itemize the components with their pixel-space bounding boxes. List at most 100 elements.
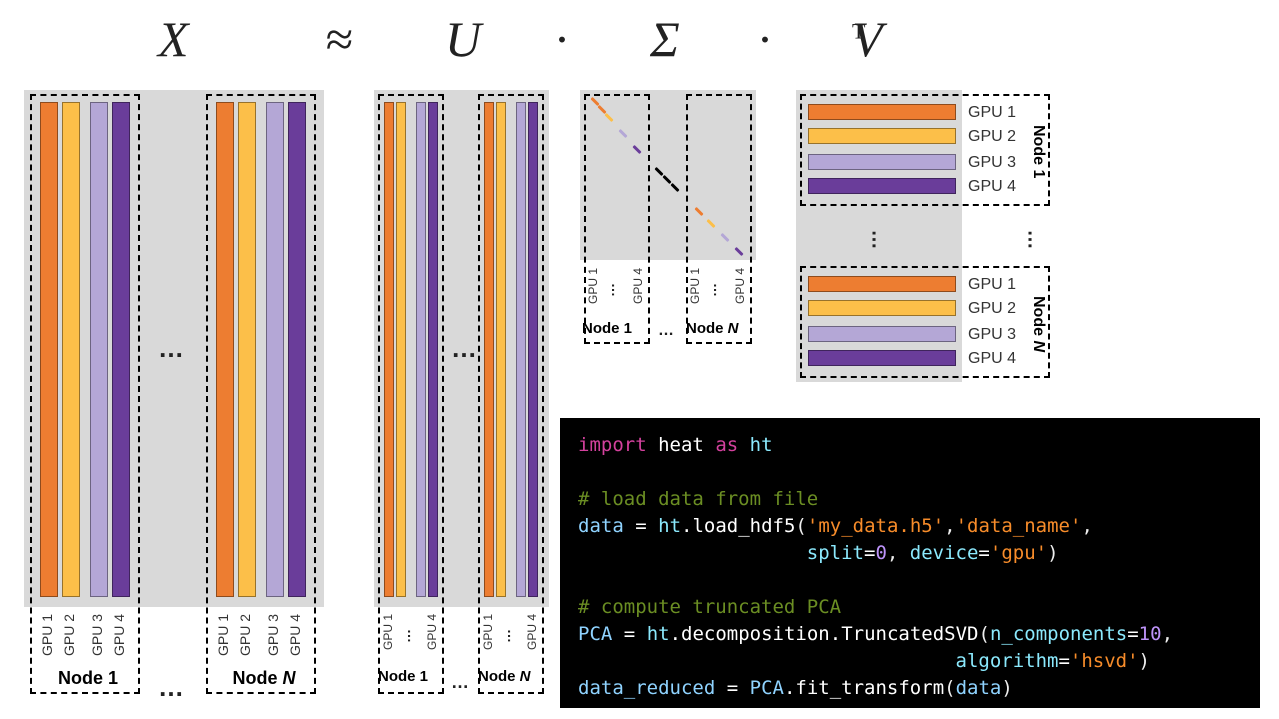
vt-nN-gpu3: GPU 3 xyxy=(968,326,1016,344)
code-load: load_hdf5 xyxy=(692,515,795,537)
vt-n1-r3 xyxy=(808,154,956,170)
sym-dot1: · xyxy=(555,10,568,68)
vt-n1-gpu2: GPU 2 xyxy=(968,128,1016,146)
u-nN-col1 xyxy=(484,102,494,597)
s-nN-dots: … xyxy=(711,283,727,297)
sym-approx: ≈ xyxy=(325,10,352,68)
equation-row: X ≈ U · Σ · VT xyxy=(0,10,1279,70)
x-nN-gpu2: GPU 2 xyxy=(237,614,253,656)
u-ellipsis: … xyxy=(451,333,478,364)
code-decomp: decomposition xyxy=(681,623,830,645)
code-as: as xyxy=(715,434,738,456)
u-nN-col3 xyxy=(516,102,526,597)
s-nN-gpu4: GPU 4 xyxy=(733,268,747,304)
vt-n1-r2 xyxy=(808,128,956,144)
code-import: import xyxy=(578,434,647,456)
vt-nN-r1 xyxy=(808,276,956,292)
u-nN-gpu1: GPU 1 xyxy=(481,614,495,650)
u-n1-col2 xyxy=(396,102,406,597)
code-datar: data_reduced xyxy=(578,677,715,699)
s-nN-gpu1: GPU 1 xyxy=(688,268,702,304)
code-cmt2: # compute truncated PCA xyxy=(578,596,841,618)
vt-n1-gpu4: GPU 4 xyxy=(968,178,1016,196)
u-node1-label: Node 1 xyxy=(378,668,428,685)
s-nodeN-box xyxy=(686,94,752,344)
sym-U: U xyxy=(445,10,481,68)
x-ellipsis: … xyxy=(158,333,185,364)
code-ht3: ht xyxy=(647,623,670,645)
u-nN-col2 xyxy=(496,102,506,597)
code-file: 'my_data.h5' xyxy=(807,515,944,537)
code-device: device xyxy=(910,542,979,564)
sym-Sigma: Σ xyxy=(650,10,680,68)
vt-vdots-left: … xyxy=(867,230,890,250)
vt-nN-gpu1: GPU 1 xyxy=(968,276,1016,294)
x-n1-gpu3: GPU 3 xyxy=(89,614,105,656)
x-nN-col4 xyxy=(288,102,306,597)
code-ncomp: n_components xyxy=(990,623,1127,645)
x-nN-gpu3: GPU 3 xyxy=(265,614,281,656)
sym-X: X xyxy=(158,10,189,68)
x-ellipsis-bottom: … xyxy=(158,672,185,703)
u-n1-dots: … xyxy=(405,629,421,643)
s-n1-dots: … xyxy=(609,283,625,297)
x-nN-gpu4: GPU 4 xyxy=(287,614,303,656)
code-cmt1: # load data from file xyxy=(578,488,818,510)
u-n1-gpu4: GPU 4 xyxy=(425,614,439,650)
x-n1-col4 xyxy=(112,102,130,597)
code-ht: ht xyxy=(750,434,773,456)
code-pca2: PCA xyxy=(750,677,784,699)
x-nN-gpu1: GPU 1 xyxy=(215,614,231,656)
code-trsvd: TruncatedSVD xyxy=(841,623,978,645)
x-n1-col3 xyxy=(90,102,108,597)
vt-nodeN-label: Node N xyxy=(1027,274,1047,374)
vt-nN-r4 xyxy=(808,350,956,366)
u-n1-col4 xyxy=(428,102,438,597)
code-ht2: ht xyxy=(658,515,681,537)
x-n1-col1 xyxy=(40,102,58,597)
s-n1-gpu1: GPU 1 xyxy=(586,268,600,304)
code-data: data xyxy=(578,515,624,537)
sym-Vt: VT xyxy=(852,10,865,68)
vt-node1-label: Node 1 xyxy=(1027,102,1047,202)
s-nodeN-label: Node N xyxy=(686,320,739,337)
u-n1-col3 xyxy=(416,102,426,597)
vt-n1-gpu3: GPU 3 xyxy=(968,154,1016,172)
vt-n1-r4 xyxy=(808,178,956,194)
vt-nN-gpu2: GPU 2 xyxy=(968,300,1016,318)
vt-n1-r1 xyxy=(808,104,956,120)
u-n1-col1 xyxy=(384,102,394,597)
code-heat: heat xyxy=(658,434,704,456)
code-fit: fit_transform xyxy=(795,677,944,699)
code-ncompv: 10 xyxy=(1139,623,1162,645)
u-nodeN-label: Node N xyxy=(478,668,531,685)
x-n1-gpu1: GPU 1 xyxy=(39,614,55,656)
u-nN-col4 xyxy=(528,102,538,597)
code-devicev: 'gpu' xyxy=(990,542,1047,564)
code-algov: 'hsvd' xyxy=(1070,650,1139,672)
code-block: import heat as ht # load data from file … xyxy=(560,418,1260,708)
x-node1-label: Node 1 xyxy=(43,668,133,689)
x-n1-gpu4: GPU 4 xyxy=(111,614,127,656)
code-dset: 'data_name' xyxy=(956,515,1082,537)
s-ellipsis: … xyxy=(658,322,675,340)
x-nN-col1 xyxy=(216,102,234,597)
u-ellipsis2: … xyxy=(451,672,470,693)
code-data2: data xyxy=(956,677,1002,699)
code-pca: PCA xyxy=(578,623,612,645)
s-node1-box xyxy=(584,94,650,344)
code-split: split xyxy=(807,542,864,564)
x-n1-col2 xyxy=(62,102,80,597)
vt-vdots-right: … xyxy=(1023,230,1046,250)
vt-nN-gpu4: GPU 4 xyxy=(968,350,1016,368)
s-node1-label: Node 1 xyxy=(582,320,632,337)
vt-n1-gpu1: GPU 1 xyxy=(968,104,1016,122)
x-nN-col2 xyxy=(238,102,256,597)
sym-dot2: · xyxy=(758,10,771,68)
code-algo: algorithm xyxy=(956,650,1059,672)
u-nN-gpu4: GPU 4 xyxy=(525,614,539,650)
vt-nN-r3 xyxy=(808,326,956,342)
x-nN-col3 xyxy=(266,102,284,597)
vt-nN-r2 xyxy=(808,300,956,316)
s-n1-gpu4: GPU 4 xyxy=(631,268,645,304)
